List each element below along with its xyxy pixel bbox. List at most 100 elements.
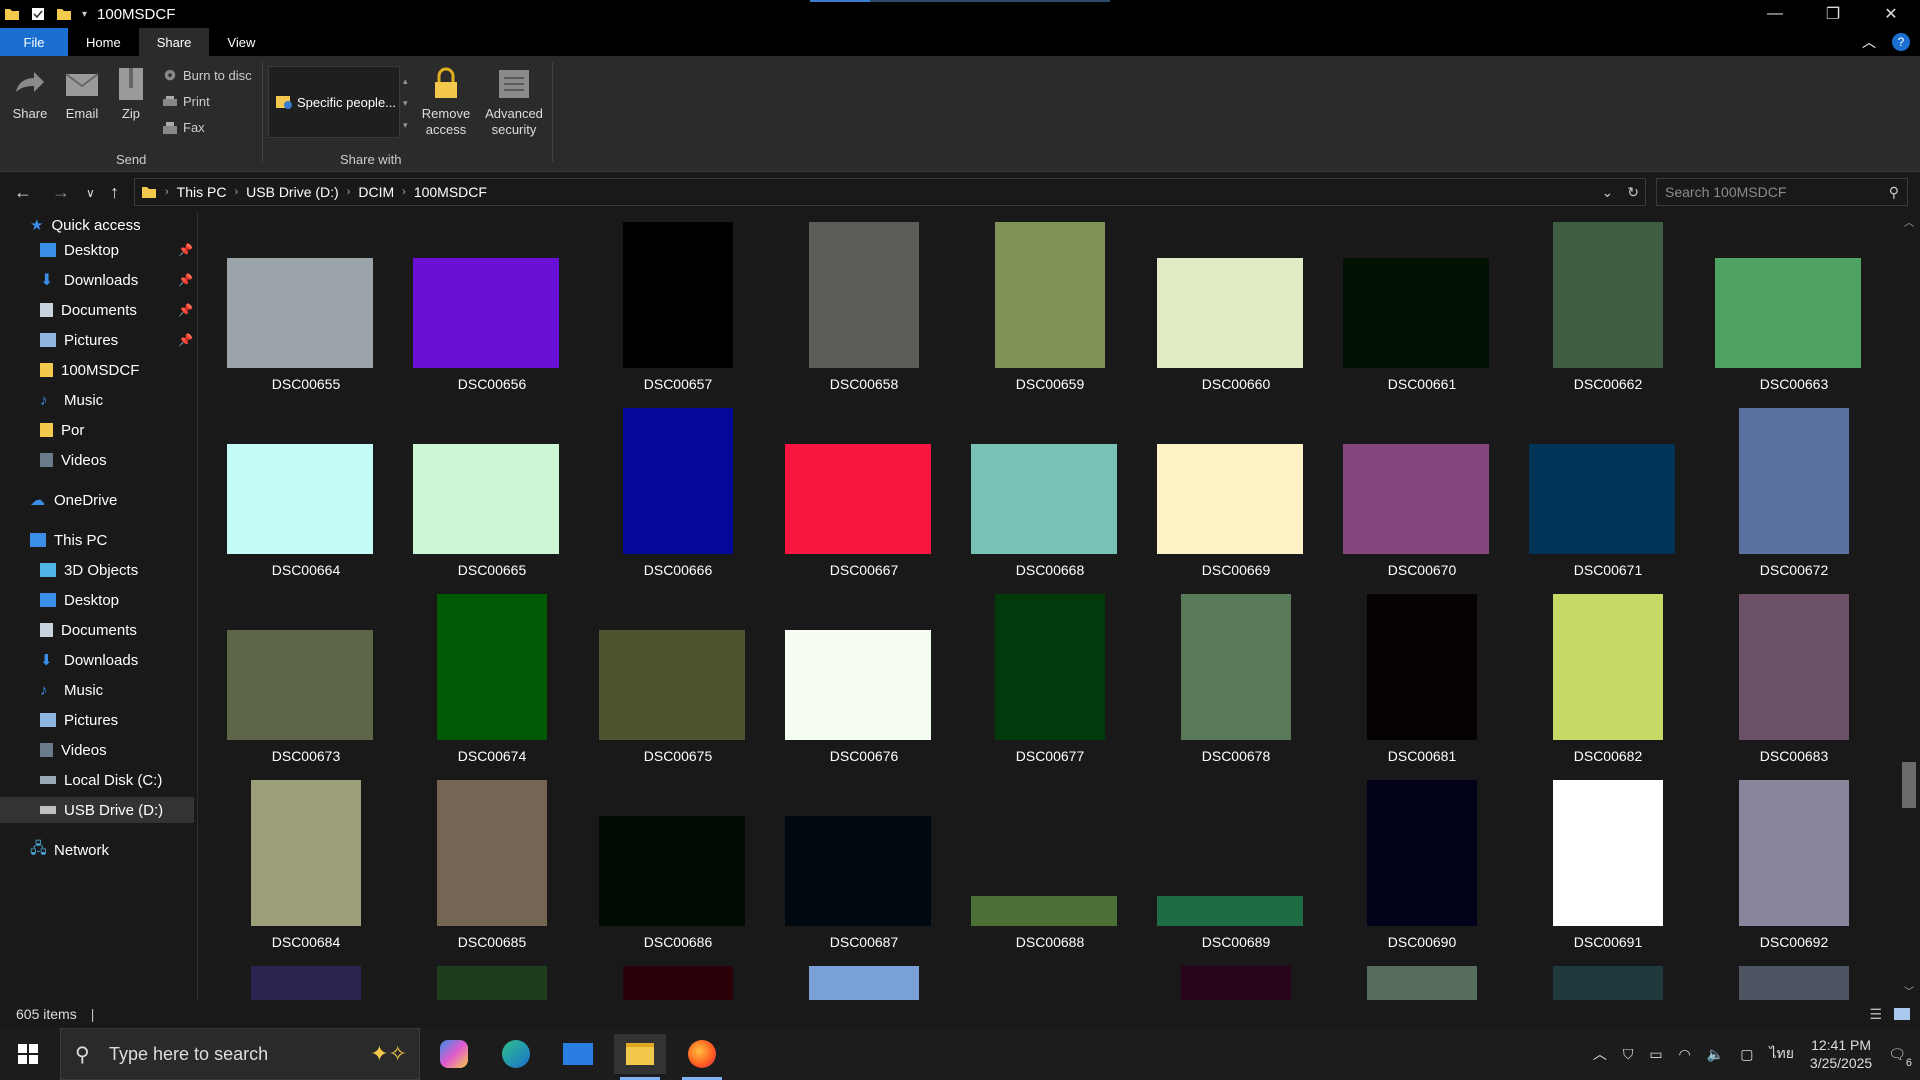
file-item[interactable]: DSC00689: [1143, 780, 1329, 966]
nav-usb-drive[interactable]: USB Drive (D:): [0, 797, 194, 823]
remove-access-button[interactable]: Remove access: [420, 66, 472, 138]
collapse-ribbon-icon[interactable]: ︿: [1862, 32, 1876, 52]
share-button[interactable]: Share: [10, 66, 50, 122]
chevron-up-icon[interactable]: ︿: [1593, 1044, 1607, 1064]
tab-share[interactable]: Share: [138, 28, 210, 56]
file-item[interactable]: DSC00661: [1329, 222, 1515, 408]
nav-qa-desktop[interactable]: Desktop: [40, 237, 119, 263]
nav-downloads[interactable]: ⬇ Downloads: [40, 647, 138, 673]
file-item[interactable]: DSC00656: [399, 222, 585, 408]
chevron-right-icon[interactable]: ›: [347, 186, 351, 198]
up-button[interactable]: ↑: [110, 182, 119, 203]
nav-qa-music[interactable]: ♪ Music: [40, 387, 103, 413]
minimize-button[interactable]: —: [1746, 0, 1804, 28]
breadcrumb-dcim[interactable]: DCIM: [358, 184, 394, 200]
details-view-icon[interactable]: ☰: [1869, 1006, 1882, 1023]
file-thumbnail-partial[interactable]: [623, 966, 733, 1000]
file-thumbnail-partial[interactable]: [1739, 966, 1849, 1000]
file-explorer-app[interactable]: [614, 1034, 666, 1080]
nav-network[interactable]: 🖧 Network: [30, 837, 109, 863]
file-item[interactable]: DSC00663: [1701, 222, 1887, 408]
breadcrumb-current[interactable]: 100MSDCF: [414, 184, 487, 200]
back-button[interactable]: ←: [14, 182, 32, 203]
chevron-right-icon[interactable]: ›: [234, 186, 238, 198]
breadcrumb-this-pc[interactable]: This PC: [177, 184, 227, 200]
file-item[interactable]: DSC00675: [585, 594, 771, 780]
file-item[interactable]: DSC00670: [1329, 408, 1515, 594]
file-item[interactable]: DSC00686: [585, 780, 771, 966]
search-icon[interactable]: ⚲: [1889, 184, 1899, 201]
nav-qa-pictures[interactable]: Pictures: [40, 327, 118, 353]
file-item[interactable]: DSC00671: [1515, 408, 1701, 594]
file-item[interactable]: DSC00673: [213, 594, 399, 780]
chevron-right-icon[interactable]: ›: [402, 186, 406, 198]
file-thumbnail-partial[interactable]: [1367, 966, 1477, 1000]
file-item[interactable]: DSC00662: [1515, 222, 1701, 408]
nav-music[interactable]: ♪ Music: [40, 677, 103, 703]
help-icon[interactable]: ?: [1892, 33, 1910, 51]
file-item[interactable]: DSC00655: [213, 222, 399, 408]
file-item[interactable]: DSC00664: [213, 408, 399, 594]
file-item[interactable]: DSC00681: [1329, 594, 1515, 780]
close-button[interactable]: ✕: [1862, 0, 1920, 28]
file-item[interactable]: DSC00668: [957, 408, 1143, 594]
file-item[interactable]: DSC00660: [1143, 222, 1329, 408]
print-button[interactable]: Print: [162, 94, 210, 109]
input-language[interactable]: ไทย: [1769, 1043, 1793, 1065]
refresh-icon[interactable]: ↻: [1627, 184, 1639, 201]
nav-qa-por[interactable]: Por: [40, 417, 84, 443]
forward-button[interactable]: →: [52, 182, 70, 203]
file-thumbnail-partial[interactable]: [437, 966, 547, 1000]
meet-now-icon[interactable]: ▢: [1740, 1046, 1753, 1063]
start-button[interactable]: [18, 1044, 38, 1064]
nav-videos[interactable]: Videos: [40, 737, 107, 763]
mail-app[interactable]: [552, 1034, 604, 1074]
file-item[interactable]: DSC00687: [771, 780, 957, 966]
file-item[interactable]: DSC00674: [399, 594, 585, 780]
volume-icon[interactable]: 🔈: [1707, 1046, 1724, 1063]
chevron-down-icon[interactable]: ⌄: [1602, 184, 1614, 201]
nav-this-pc[interactable]: This PC: [30, 527, 107, 553]
file-thumbnail-partial[interactable]: [1553, 966, 1663, 1000]
nav-desktop[interactable]: Desktop: [40, 587, 119, 613]
nav-documents[interactable]: Documents: [40, 617, 137, 643]
share-with-list[interactable]: Specific people...: [268, 66, 400, 138]
nav-qa-downloads[interactable]: ⬇ Downloads: [40, 267, 138, 293]
search-box[interactable]: Search 100MSDCF ⚲: [1656, 178, 1908, 206]
vertical-scrollbar[interactable]: ︿ ﹀: [1898, 212, 1920, 1000]
notifications-icon[interactable]: 🗨 6: [1888, 1046, 1912, 1069]
zip-button[interactable]: Zip: [114, 66, 148, 122]
nav-onedrive[interactable]: ☁ OneDrive: [30, 487, 117, 513]
tab-view[interactable]: View: [209, 28, 273, 56]
nav-qa-100msdcf[interactable]: 100MSDCF: [40, 357, 139, 383]
file-item[interactable]: DSC00678: [1143, 594, 1329, 780]
email-button[interactable]: Email: [62, 66, 102, 122]
nav-qa-documents[interactable]: Documents: [40, 297, 137, 323]
nav-pictures[interactable]: Pictures: [40, 707, 118, 733]
file-item[interactable]: DSC00683: [1701, 594, 1887, 780]
breadcrumb-usb-drive[interactable]: USB Drive (D:): [246, 184, 339, 200]
wifi-icon[interactable]: ◠: [1679, 1046, 1691, 1063]
file-item[interactable]: DSC00677: [957, 594, 1143, 780]
file-item[interactable]: DSC00685: [399, 780, 585, 966]
properties-icon[interactable]: [30, 6, 46, 22]
file-item[interactable]: DSC00657: [585, 222, 771, 408]
taskbar-search[interactable]: ⚲ Type here to search ✦✧: [60, 1028, 420, 1080]
firefox-app[interactable]: [676, 1034, 728, 1080]
advanced-security-button[interactable]: Advanced security: [484, 66, 544, 138]
copilot-app[interactable]: [428, 1034, 480, 1074]
file-item[interactable]: DSC00669: [1143, 408, 1329, 594]
recent-locations-button[interactable]: ∨: [86, 186, 95, 200]
large-icons-view-icon[interactable]: [1894, 1008, 1910, 1020]
file-item[interactable]: DSC00658: [771, 222, 957, 408]
file-item[interactable]: DSC00672: [1701, 408, 1887, 594]
file-thumbnail-partial[interactable]: [1181, 966, 1291, 1000]
file-item[interactable]: DSC00665: [399, 408, 585, 594]
file-item[interactable]: DSC00688: [957, 780, 1143, 966]
file-item[interactable]: DSC00684: [213, 780, 399, 966]
new-folder-icon[interactable]: [56, 6, 72, 22]
file-thumbnail-partial[interactable]: [809, 966, 919, 1000]
nav-qa-videos[interactable]: Videos: [40, 447, 107, 473]
burn-to-disc-button[interactable]: Burn to disc: [162, 68, 252, 83]
file-thumbnail-partial[interactable]: [251, 966, 361, 1000]
